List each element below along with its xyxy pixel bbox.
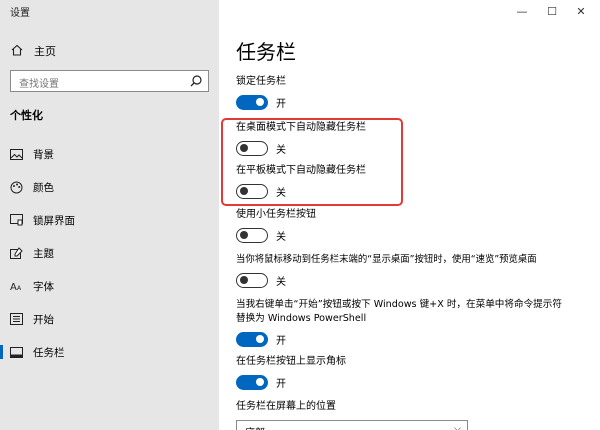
sidebar-item-label: 锁屏界面 bbox=[33, 214, 75, 227]
svg-text:A: A bbox=[17, 285, 22, 292]
powershell-toggle[interactable] bbox=[236, 332, 268, 347]
lock-screen-icon bbox=[9, 213, 23, 227]
home-icon bbox=[10, 43, 24, 60]
toggle-state: 关 bbox=[276, 277, 286, 288]
font-icon: AA bbox=[9, 279, 23, 293]
section-title: 个性化 bbox=[10, 109, 43, 122]
highlight-box bbox=[221, 118, 403, 206]
setting-peek: 当你将鼠标移动到任务栏末端的“显示桌面”按钮时，使用“速览”预览桌面 关 bbox=[236, 253, 576, 288]
sidebar-item-background[interactable]: 背景 bbox=[0, 143, 219, 165]
minimize-button[interactable]: — bbox=[512, 2, 532, 20]
app-title: 设置 bbox=[10, 8, 30, 19]
sidebar-home[interactable]: 主页 bbox=[10, 42, 56, 60]
sidebar-item-label: 颜色 bbox=[33, 181, 54, 194]
setting-label: 当我右键单击“开始”按钮或按下 Windows 键+X 时，在菜单中将命令提示符… bbox=[236, 299, 562, 324]
setting-label: 任务栏在屏幕上的位置 bbox=[236, 401, 336, 412]
setting-lock-taskbar: 锁定任务栏 开 bbox=[236, 75, 286, 110]
lock-taskbar-toggle[interactable] bbox=[236, 95, 268, 110]
toggle-state: 关 bbox=[276, 232, 286, 243]
sidebar-item-font[interactable]: AA 字体 bbox=[0, 275, 219, 297]
sidebar-item-start[interactable]: 开始 bbox=[0, 308, 219, 330]
setting-small-buttons: 使用小任务栏按钮 关 bbox=[236, 208, 316, 243]
sidebar: 设置 主页 查找设置 个性化 背景 颜色 锁屏界面 主题 A A 字体 开始 任… bbox=[0, 0, 219, 430]
sidebar-item-label: 开始 bbox=[33, 313, 54, 326]
badges-toggle[interactable] bbox=[236, 375, 268, 390]
setting-label: 锁定任务栏 bbox=[236, 76, 286, 87]
start-icon bbox=[9, 312, 23, 326]
peek-toggle[interactable] bbox=[236, 273, 268, 288]
select-value: 底部 bbox=[245, 424, 265, 430]
search-placeholder: 查找设置 bbox=[19, 79, 59, 90]
setting-label: 使用小任务栏按钮 bbox=[236, 209, 316, 220]
svg-text:A: A bbox=[10, 282, 17, 292]
setting-position: 任务栏在屏幕上的位置 bbox=[236, 400, 336, 414]
sidebar-item-label: 主题 bbox=[33, 247, 54, 260]
setting-label: 当你将鼠标移动到任务栏末端的“显示桌面”按钮时，使用“速览”预览桌面 bbox=[236, 254, 537, 265]
toggle-state: 开 bbox=[276, 379, 286, 390]
toggle-state: 开 bbox=[276, 99, 286, 110]
taskbar-icon bbox=[9, 345, 23, 359]
setting-badges: 在任务栏按钮上显示角标 开 bbox=[236, 355, 346, 390]
taskbar-position-select[interactable]: 底部 ⌵ bbox=[236, 420, 468, 430]
toggle-state: 开 bbox=[276, 336, 286, 347]
main-pane: — ☐ ✕ 任务栏 锁定任务栏 开 在桌面模式下自动隐藏任务栏 关 在平板模式下… bbox=[219, 0, 600, 430]
close-button[interactable]: ✕ bbox=[571, 2, 591, 20]
small-buttons-toggle[interactable] bbox=[236, 228, 268, 243]
chevron-down-icon: ⌵ bbox=[454, 424, 461, 430]
sidebar-item-taskbar[interactable]: 任务栏 bbox=[0, 341, 219, 363]
active-indicator bbox=[0, 345, 3, 359]
palette-icon bbox=[9, 180, 23, 194]
sidebar-item-lock-screen[interactable]: 锁屏界面 bbox=[0, 209, 219, 231]
sidebar-item-color[interactable]: 颜色 bbox=[0, 176, 219, 198]
search-icon[interactable] bbox=[189, 74, 203, 88]
search-input[interactable]: 查找设置 bbox=[10, 70, 209, 92]
page-title: 任务栏 bbox=[236, 40, 296, 64]
setting-powershell: 当我右键单击“开始”按钮或按下 Windows 键+X 时，在菜单中将命令提示符… bbox=[236, 298, 571, 347]
sidebar-item-label: 背景 bbox=[33, 148, 54, 161]
sidebar-item-theme[interactable]: 主题 bbox=[0, 242, 219, 264]
picture-icon bbox=[9, 147, 23, 161]
sidebar-item-label: 任务栏 bbox=[33, 346, 65, 359]
setting-label: 在任务栏按钮上显示角标 bbox=[236, 356, 346, 367]
sidebar-item-label: 字体 bbox=[33, 280, 54, 293]
theme-icon bbox=[9, 246, 23, 260]
sidebar-home-label: 主页 bbox=[34, 45, 56, 58]
maximize-button[interactable]: ☐ bbox=[542, 2, 562, 20]
